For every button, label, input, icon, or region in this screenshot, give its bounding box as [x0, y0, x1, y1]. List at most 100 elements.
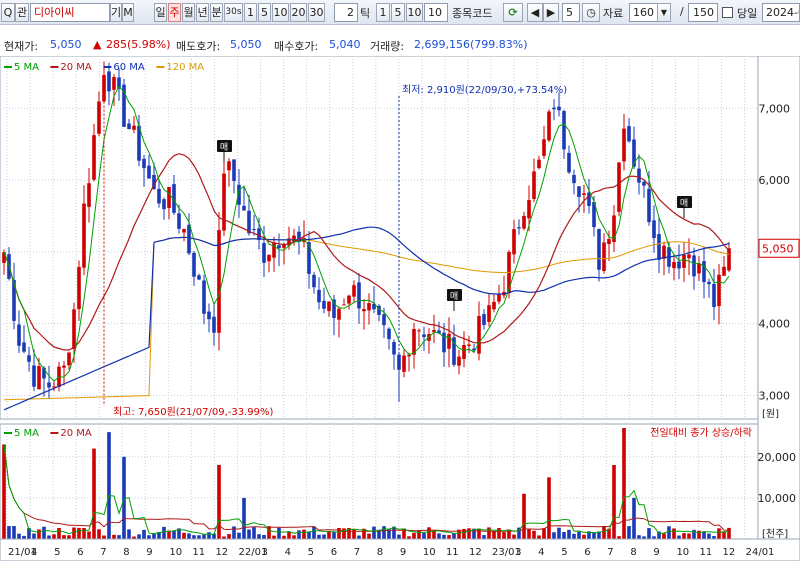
volume-bar	[412, 532, 416, 539]
data-label: 자료	[603, 7, 624, 20]
period-button-1[interactable]: 주	[168, 3, 181, 22]
legend-label: 5 MA	[14, 62, 39, 73]
period-button-0[interactable]: 일	[154, 3, 167, 22]
tick-button-10[interactable]: 10	[406, 3, 423, 22]
volume-bar	[272, 535, 276, 539]
volume-bar	[72, 527, 76, 539]
time-tick-label: 6	[584, 547, 590, 558]
legend-label: 120 MA	[166, 62, 204, 73]
volume-bar	[42, 526, 46, 539]
tick-label: 틱	[360, 7, 371, 20]
time-tick-label: 6	[331, 547, 337, 558]
period-button-7[interactable]: 5	[258, 3, 271, 22]
candle-body	[82, 203, 86, 268]
volume-bar	[512, 534, 516, 539]
time-tick-label: 8	[123, 547, 129, 558]
candle-body	[67, 352, 71, 366]
volume-bar	[117, 535, 121, 539]
count-input[interactable]: 2	[334, 3, 358, 22]
stock-type-button[interactable]: 기	[110, 3, 122, 22]
period-button-6[interactable]: 1	[244, 3, 257, 22]
spin-input[interactable]: 5	[562, 3, 580, 22]
time-tick-label: 5	[561, 547, 567, 558]
volume-tick-label: 20,000	[758, 451, 797, 464]
period-button-9[interactable]: 20	[290, 3, 307, 22]
volume-bar	[7, 526, 11, 539]
prev-arrow-icon[interactable]: ◀	[527, 3, 543, 22]
volume-plot-frame	[0, 423, 759, 540]
volume-value: 2,699,156(799.83%)	[414, 38, 528, 51]
volume-unit-label: [천주]	[762, 528, 788, 540]
candle-body	[707, 281, 711, 285]
volume-bar	[92, 448, 96, 539]
volume-bar	[557, 527, 561, 539]
time-tick-label: 4	[31, 547, 37, 558]
period-button-3[interactable]: 년	[196, 3, 209, 22]
volume-bar	[437, 533, 441, 539]
time-tick-label: 24/01	[746, 547, 775, 558]
tick-button-1[interactable]: 1	[376, 3, 390, 22]
period-button-2[interactable]: 월	[182, 3, 195, 22]
chevron-down-icon[interactable]: ▼	[657, 3, 671, 22]
candle-body	[147, 165, 151, 179]
volume-bar	[682, 533, 686, 539]
price-tick-label: 3,000	[759, 389, 791, 402]
period-button-8[interactable]: 10	[272, 3, 289, 22]
time-tick-label: 4	[285, 547, 291, 558]
time-tick-label: 10	[423, 547, 436, 558]
candle-body	[192, 252, 196, 277]
volume-bar	[612, 465, 616, 539]
candle-body	[207, 311, 211, 320]
volume-bar	[147, 535, 151, 539]
volume-bar	[197, 535, 201, 539]
next-arrow-icon[interactable]: ▶	[543, 3, 559, 22]
total-count-input[interactable]: 150	[688, 3, 718, 22]
candle-body	[132, 125, 136, 130]
volume-bar	[482, 535, 486, 539]
tick-input[interactable]: 10	[424, 3, 448, 22]
clock-icon[interactable]: ◷	[582, 3, 600, 22]
price-info-bar: 현재가: 5,050 ▲ 285(5.98%) 매도호가: 5,050 매수호가…	[0, 34, 760, 54]
volume-bar	[237, 532, 241, 539]
candle-body	[367, 303, 371, 311]
slash-label: /	[680, 5, 684, 18]
candle-body	[322, 300, 326, 309]
volume-bar	[317, 534, 321, 539]
candle-body	[522, 215, 526, 229]
today-checkbox[interactable]	[722, 7, 733, 18]
volume-chart-panel: 5 MA 20 MA 전일대비 종가 상승/하락	[0, 423, 759, 540]
volume-bar	[717, 528, 721, 539]
date-input[interactable]: 2024-0	[762, 3, 800, 22]
volume-bar	[257, 534, 261, 539]
volume-bar	[247, 529, 251, 539]
tick-button-5[interactable]: 5	[391, 3, 405, 22]
search-button[interactable]: Q	[1, 3, 15, 22]
volume-bar	[32, 533, 36, 539]
volume-bar	[37, 529, 41, 539]
volume-bar	[322, 534, 326, 539]
stock-name-input[interactable]: 디아이씨	[30, 3, 110, 22]
time-tick-label: 8	[377, 547, 383, 558]
mode-button[interactable]: 관	[15, 3, 29, 22]
candle-body	[272, 242, 276, 258]
volume-bar	[262, 534, 266, 539]
candle-body	[572, 174, 576, 184]
buy-marker-label: 매	[220, 142, 228, 153]
refresh-icon[interactable]: ⟳	[503, 3, 523, 22]
time-tick-label: 6	[77, 547, 83, 558]
volume-bar	[492, 531, 496, 539]
max-annotation-text: 최저: 2,910원(22/09/30,+73.54%)	[402, 84, 567, 96]
candle-body	[227, 161, 231, 171]
stock-chart[interactable]: 최저: 2,910원(22/09/30,+73.54%) 최고: 7,650원(2…	[0, 56, 800, 561]
volume-bar	[112, 534, 116, 539]
volume-legend-label: 5 MA	[14, 428, 39, 439]
period-button-5[interactable]: 30s	[224, 3, 243, 22]
volume-bar	[622, 428, 626, 539]
period-button-10[interactable]: 30	[308, 3, 325, 22]
stock-market-button[interactable]: M	[122, 3, 134, 22]
period-button-4[interactable]: 분	[210, 3, 223, 22]
toolbar: Q 관 디아이씨 기 M 일 주 월 년 분 30s 1 5 10 20 30 2 틱 1 5 10 1…	[0, 0, 800, 25]
time-tick-label: 5	[54, 547, 60, 558]
candle-body	[277, 245, 281, 249]
candle-body	[697, 263, 701, 274]
